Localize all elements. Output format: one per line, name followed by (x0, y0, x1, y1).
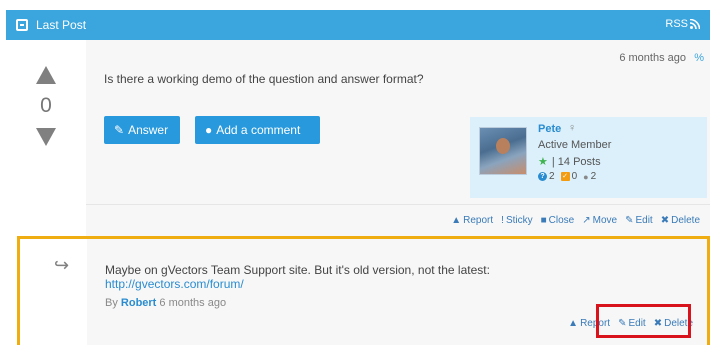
move-icon: ↗ (582, 215, 591, 226)
speech-bubble-icon: ● (205, 123, 213, 137)
question-icon: ? (538, 172, 547, 181)
close-label: Close (548, 215, 575, 226)
vote-column: 0 (6, 40, 86, 236)
close-action[interactable]: ■ Close (541, 215, 575, 226)
lock-icon: ■ (540, 215, 547, 226)
reply-meta: By Robert 6 months ago (105, 297, 226, 309)
reply-indent-column: ↪ (20, 239, 87, 345)
link-icon[interactable]: % (694, 52, 704, 64)
post-date: 6 months ago (619, 52, 686, 64)
arrow-down-icon[interactable] (36, 128, 56, 146)
by-label: By (105, 297, 118, 309)
warning-icon: ▲ (568, 318, 579, 329)
reply-link[interactable]: http://gvectors.com/forum/ (105, 277, 244, 291)
answer-label: Answer (128, 123, 169, 137)
close-icon: ✖ (660, 215, 670, 226)
add-comment-button[interactable]: ● Add a comment (195, 116, 320, 144)
answer-button[interactable]: ✎ Answer (104, 116, 180, 144)
gender-icon: ♀ (568, 122, 577, 134)
author-posts-count: | 14 Posts (551, 155, 601, 168)
move-action[interactable]: ↗ Move (582, 215, 617, 226)
post-action-bar: ▲ Report ! Sticky ■ Close ↗ Move ✎ Edit ✖ Dele… (86, 204, 710, 236)
sticky-action[interactable]: ! Sticky (501, 215, 532, 226)
report-label: Report (463, 215, 494, 226)
warning-icon: ▲ (451, 215, 462, 226)
reply-date: 6 months ago (159, 297, 227, 309)
question-count: 2 (549, 171, 555, 182)
edit-action[interactable]: ✎ Edit (625, 215, 653, 226)
vote-count: 0 (40, 94, 52, 117)
answer-icon: ✓ (560, 172, 570, 181)
reply-author[interactable]: Robert (121, 297, 156, 309)
question-post: 0 6 months ago % Is there a working demo… (6, 40, 710, 236)
author-stats: ? 2 ✓ 0 ● 2 (538, 171, 596, 182)
pencil-icon: ✎ (114, 123, 125, 137)
arrow-up-icon[interactable] (36, 66, 56, 84)
edit-icon: ✎ (625, 215, 634, 226)
edit-label: Edit (635, 215, 653, 226)
author-name[interactable]: Pete (538, 123, 561, 135)
star-icon: ★ (538, 156, 548, 168)
forum-topbar: Last Post RSS (6, 10, 710, 40)
move-label: Move (592, 215, 618, 226)
post-icon (16, 19, 28, 31)
author-posts: ★ | 14 Posts (538, 155, 601, 169)
answer-count: 0 (571, 171, 578, 182)
delete-action[interactable]: ✖ Delete (661, 215, 700, 226)
report-action[interactable]: ▲ Report (451, 215, 493, 226)
sticky-label: Sticky (505, 215, 533, 226)
author-role: Active Member (538, 139, 612, 151)
reply-arrow-icon: ↪ (54, 255, 70, 275)
rss-icon (690, 19, 700, 29)
rss-label: RSS (665, 18, 688, 30)
edit-delete-highlight (596, 304, 691, 338)
author-card: Pete ♀ Active Member ★ | 14 Posts ? 2 ✓ 0 … (470, 117, 707, 198)
avatar[interactable] (479, 127, 527, 175)
exclamation-icon: ! (501, 215, 504, 226)
delete-label: Delete (671, 215, 700, 226)
rss-link[interactable]: RSS (665, 18, 700, 30)
comment-count: 2 (590, 171, 597, 182)
add-comment-label: Add a comment (216, 123, 301, 137)
question-text: Is there a working demo of the question … (104, 72, 424, 86)
comment-icon: ● (583, 171, 589, 182)
topbar-title: Last Post (36, 18, 87, 32)
reply-text: Maybe on gVectors Team Support site. But… (105, 263, 490, 277)
